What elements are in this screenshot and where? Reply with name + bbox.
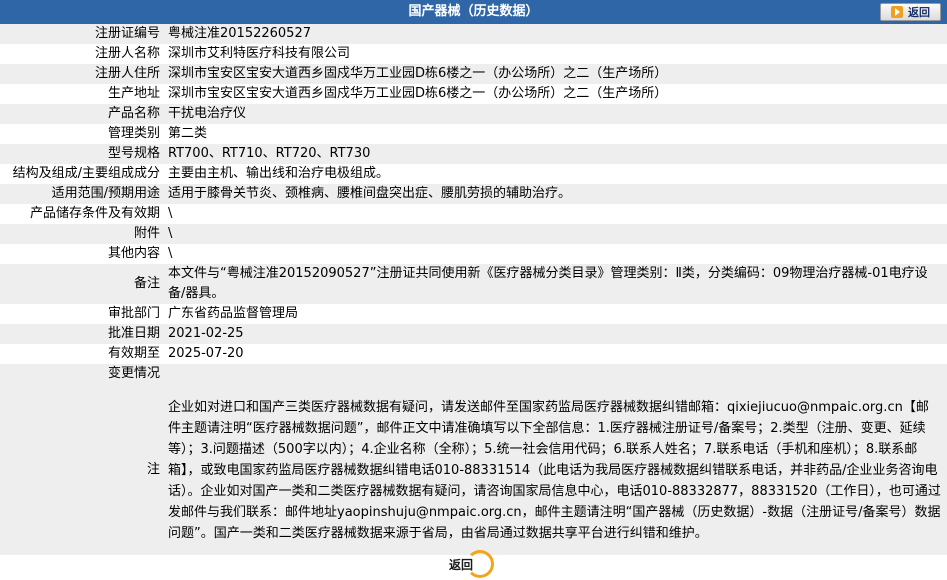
field-label: 适用范围/预期用途 <box>0 184 162 204</box>
table-row: 产品名称 干扰电治疗仪 <box>0 104 947 124</box>
back-button-bottom[interactable]: 返回 <box>446 550 494 578</box>
field-value <box>162 364 947 384</box>
back-button-bottom-label: 返回 <box>449 558 474 572</box>
field-value: 主要由主机、输出线和治疗电极组成。 <box>162 164 947 184</box>
page-header: 国产器械（历史数据） 返回 <box>0 0 947 25</box>
arrow-right-icon <box>891 6 903 18</box>
detail-table: 注册证编号 粤械注准20152260527 注册人名称 深圳市艾利特医疗科技有限… <box>0 24 947 555</box>
table-row: 附件 \ <box>0 224 947 244</box>
field-label: 批准日期 <box>0 324 162 344</box>
field-label: 注册人住所 <box>0 64 162 84</box>
table-row: 管理类别 第二类 <box>0 124 947 144</box>
table-row: 结构及组成/主要组成成分 主要由主机、输出线和治疗电极组成。 <box>0 164 947 184</box>
field-label: 注 <box>0 384 162 555</box>
field-value: 深圳市宝安区宝安大道西乡固戍华万工业园D栋6楼之一（办公场所）之二（生产场所） <box>162 64 947 84</box>
field-label: 附件 <box>0 224 162 244</box>
field-value: 本文件与“粤械注准20152090527”注册证共同使用新《医疗器械分类目录》管… <box>162 264 947 304</box>
table-row: 注册证编号 粤械注准20152260527 <box>0 24 947 44</box>
field-value: 干扰电治疗仪 <box>162 104 947 124</box>
field-label: 变更情况 <box>0 364 162 384</box>
table-row: 注册人住所 深圳市宝安区宝安大道西乡固戍华万工业园D栋6楼之一（办公场所）之二（… <box>0 64 947 84</box>
field-label: 注册证编号 <box>0 24 162 44</box>
field-label: 其他内容 <box>0 244 162 264</box>
field-label: 产品储存条件及有效期 <box>0 204 162 224</box>
field-label: 生产地址 <box>0 84 162 104</box>
table-row: 批准日期 2021-02-25 <box>0 324 947 344</box>
table-row: 注册人名称 深圳市艾利特医疗科技有限公司 <box>0 44 947 64</box>
field-value: 粤械注准20152260527 <box>162 24 947 44</box>
field-value: 深圳市艾利特医疗科技有限公司 <box>162 44 947 64</box>
page-title: 国产器械（历史数据） <box>408 4 539 19</box>
field-value: 深圳市宝安区宝安大道西乡固戍华万工业园D栋6楼之一（办公场所）之二（生产场所） <box>162 84 947 104</box>
field-label: 审批部门 <box>0 304 162 324</box>
field-value: \ <box>162 224 947 244</box>
table-row: 型号规格 RT700、RT710、RT720、RT730 <box>0 144 947 164</box>
table-row: 审批部门 广东省药品监督管理局 <box>0 304 947 324</box>
table-row: 生产地址 深圳市宝安区宝安大道西乡固戍华万工业园D栋6楼之一（办公场所）之二（生… <box>0 84 947 104</box>
table-row: 变更情况 <box>0 364 947 384</box>
back-button-top[interactable]: 返回 <box>880 3 941 21</box>
field-label: 注册人名称 <box>0 44 162 64</box>
field-value: 2021-02-25 <box>162 324 947 344</box>
field-label: 结构及组成/主要组成成分 <box>0 164 162 184</box>
field-value: RT700、RT710、RT720、RT730 <box>162 144 947 164</box>
notice-text: 企业如对进口和国产三类医疗器械数据有疑问，请发送邮件至国家药监局医疗器械数据纠错… <box>162 384 947 555</box>
back-button-label: 返回 <box>908 6 930 19</box>
table-row: 适用范围/预期用途 适用于膝骨关节炎、颈椎病、腰椎间盘突出症、腰肌劳损的辅助治疗… <box>0 184 947 204</box>
field-label: 有效期至 <box>0 344 162 364</box>
field-value: 适用于膝骨关节炎、颈椎病、腰椎间盘突出症、腰肌劳损的辅助治疗。 <box>162 184 947 204</box>
table-row: 产品储存条件及有效期 \ <box>0 204 947 224</box>
field-value: \ <box>162 244 947 264</box>
field-value: 第二类 <box>162 124 947 144</box>
table-row: 备注 本文件与“粤械注准20152090527”注册证共同使用新《医疗器械分类目… <box>0 264 947 304</box>
field-label: 备注 <box>0 264 162 304</box>
field-label: 型号规格 <box>0 144 162 164</box>
field-value: \ <box>162 204 947 224</box>
field-value: 2025-07-20 <box>162 344 947 364</box>
table-row: 其他内容 \ <box>0 244 947 264</box>
field-label: 管理类别 <box>0 124 162 144</box>
table-row: 注 企业如对进口和国产三类医疗器械数据有疑问，请发送邮件至国家药监局医疗器械数据… <box>0 384 947 555</box>
field-label: 产品名称 <box>0 104 162 124</box>
field-value: 广东省药品监督管理局 <box>162 304 947 324</box>
table-row: 有效期至 2025-07-20 <box>0 344 947 364</box>
